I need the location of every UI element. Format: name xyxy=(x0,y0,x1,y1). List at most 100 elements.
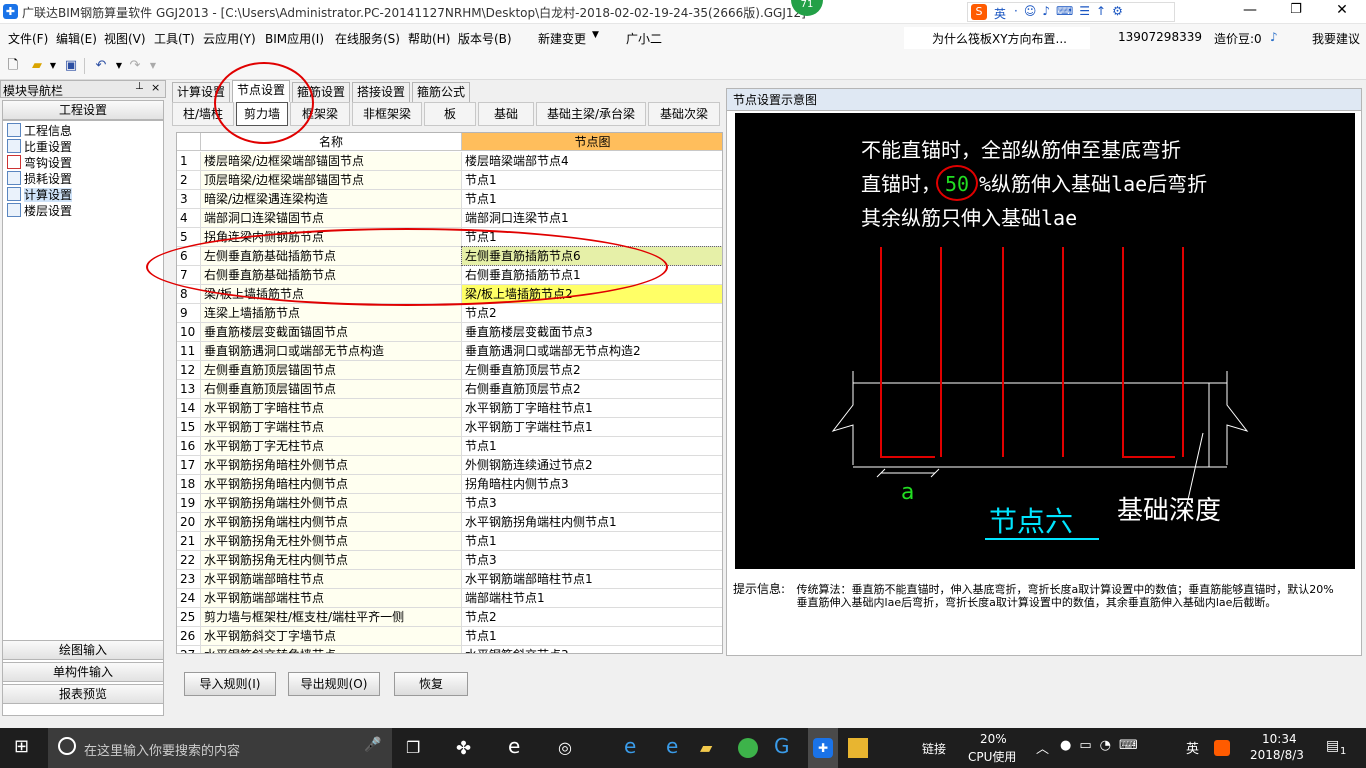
chevron-up-icon[interactable]: ︿ xyxy=(1036,738,1049,757)
group-single-input[interactable]: 单构件输入 xyxy=(2,662,164,682)
table-row[interactable]: 23 水平钢筋端部暗柱节点 水平钢筋端部暗柱节点1 xyxy=(177,570,722,589)
row-node-value[interactable]: 节点3 xyxy=(462,494,722,512)
ie-icon[interactable]: e xyxy=(666,734,678,758)
sogou-tray-icon[interactable] xyxy=(1214,740,1230,756)
glodon-app-icon[interactable]: ✚ xyxy=(808,728,838,768)
nav-item-density[interactable]: 比重设置 xyxy=(7,139,72,155)
pin-icon[interactable]: ⊥ xyxy=(135,81,144,92)
export-rules-button[interactable]: 导出规则(O) xyxy=(288,672,380,696)
subtab-foundation-secondary-beam[interactable]: 基础次梁 xyxy=(648,102,720,126)
new-file-icon[interactable]: 🗋 xyxy=(4,57,22,75)
subtab-foundation[interactable]: 基础 xyxy=(478,102,534,126)
row-node-value[interactable]: 节点1 xyxy=(462,532,722,550)
ime-icons[interactable]: ·☺♪⌨☰↑⚙ xyxy=(1014,4,1129,18)
nav-item-floor[interactable]: 楼层设置 xyxy=(7,203,72,219)
nav-item-calc[interactable]: 计算设置 xyxy=(7,187,73,203)
row-node-value[interactable]: 节点2 xyxy=(462,304,722,322)
row-node-value[interactable]: 水平钢筋端部暗柱节点1 xyxy=(462,570,722,588)
menu-help[interactable]: 帮助(H) xyxy=(408,30,450,47)
menu-bim[interactable]: BIM应用(I) xyxy=(265,30,324,47)
menu-edit[interactable]: 编辑(E) xyxy=(56,30,97,47)
edge-blue-icon[interactable]: e xyxy=(624,734,636,758)
row-node-value[interactable]: 端部端柱节点1 xyxy=(462,589,722,607)
row-node-value[interactable]: 节点1 xyxy=(462,171,722,189)
table-row[interactable]: 10 垂直筋楼层变截面锚固节点 垂直筋楼层变截面节点3 xyxy=(177,323,722,342)
clock-time[interactable]: 10:34 xyxy=(1262,732,1297,746)
row-node-value[interactable]: 垂直筋遇洞口或端部无节点构造2 xyxy=(462,342,722,360)
table-row[interactable]: 11 垂直钢筋遇洞口或端部无节点构造 垂直筋遇洞口或端部无节点构造2 xyxy=(177,342,722,361)
table-row[interactable]: 22 水平钢筋拐角无柱内侧节点 节点3 xyxy=(177,551,722,570)
microphone-icon[interactable]: 🎤 xyxy=(364,737,381,753)
subtab-slab[interactable]: 板 xyxy=(424,102,476,126)
taskbar-search[interactable]: 在这里输入你要搜索的内容 🎤 xyxy=(48,728,392,768)
nav-item-hook[interactable]: 弯钩设置 xyxy=(7,155,72,171)
redo-icon[interactable]: ↷ xyxy=(126,57,144,75)
app-icon-browser2[interactable]: ◎ xyxy=(558,738,572,757)
row-node-value[interactable]: 左侧垂直筋顶层节点2 xyxy=(462,361,722,379)
fan-app-icon[interactable]: ✤ xyxy=(456,738,471,759)
table-row[interactable]: 18 水平钢筋拐角暗柱内侧节点 拐角暗柱内侧节点3 xyxy=(177,475,722,494)
table-row[interactable]: 19 水平钢筋拐角端柱外侧节点 节点3 xyxy=(177,494,722,513)
menu-view[interactable]: 视图(V) xyxy=(104,30,146,47)
table-row[interactable]: 4 端部洞口连梁锚固节点 端部洞口连梁节点1 xyxy=(177,209,722,228)
minimize-button[interactable]: — xyxy=(1240,2,1260,18)
row-node-value[interactable]: 水平钢筋丁字端柱节点1 xyxy=(462,418,722,436)
table-row[interactable]: 3 暗梁/边框梁遇连梁构造 节点1 xyxy=(177,190,722,209)
ime-lang-tray[interactable]: 英 xyxy=(1186,738,1199,757)
close-icon[interactable]: × xyxy=(151,81,160,94)
cost-beans[interactable]: 造价豆:0 xyxy=(1214,30,1262,47)
folder-icon[interactable]: ▰ xyxy=(700,738,712,757)
menu-assistant[interactable]: 广小二 xyxy=(626,30,662,47)
row-node-value[interactable]: 拐角暗柱内侧节点3 xyxy=(462,475,722,493)
menu-file[interactable]: 文件(F) xyxy=(8,30,48,47)
table-row[interactable]: 21 水平钢筋拐角无柱外侧节点 节点1 xyxy=(177,532,722,551)
table-row[interactable]: 13 右侧垂直筋顶层锚固节点 右侧垂直筋顶层节点2 xyxy=(177,380,722,399)
table-row[interactable]: 17 水平钢筋拐角暗柱外侧节点 外侧钢筋连续通过节点2 xyxy=(177,456,722,475)
subtab-non-frame-beam[interactable]: 非框架梁 xyxy=(352,102,422,126)
sogou-icon[interactable]: S xyxy=(971,4,987,20)
subtab-foundation-main-beam[interactable]: 基础主梁/承台梁 xyxy=(536,102,646,126)
table-row[interactable]: 20 水平钢筋拐角端柱内侧节点 水平钢筋拐角端柱内侧节点1 xyxy=(177,513,722,532)
table-row[interactable]: 12 左侧垂直筋顶层锚固节点 左侧垂直筋顶层节点2 xyxy=(177,361,722,380)
row-node-value[interactable]: 节点1 xyxy=(462,627,722,645)
tab-stirrup-formula[interactable]: 箍筋公式 xyxy=(412,82,471,102)
row-node-value[interactable]: 端部洞口连梁节点1 xyxy=(462,209,722,227)
row-node-value[interactable]: 节点1 xyxy=(462,190,722,208)
edge-icon[interactable]: e xyxy=(508,734,520,758)
close-button[interactable]: ✕ xyxy=(1332,2,1352,18)
menu-tools[interactable]: 工具(T) xyxy=(154,30,195,47)
row-node-value[interactable]: 节点2 xyxy=(462,608,722,626)
nav-item-project-info[interactable]: 工程信息 xyxy=(7,123,72,139)
table-row[interactable]: 24 水平钢筋端部端柱节点 端部端柱节点1 xyxy=(177,589,722,608)
group-report-preview[interactable]: 报表预览 xyxy=(2,684,164,704)
browser-green-icon[interactable] xyxy=(738,738,758,758)
table-row[interactable]: 14 水平钢筋丁字暗柱节点 水平钢筋丁字暗柱节点1 xyxy=(177,399,722,418)
bell-icon[interactable]: ♪ xyxy=(1270,30,1278,44)
menu-cloud[interactable]: 云应用(Y) xyxy=(203,30,256,47)
row-node-value[interactable]: 节点1 xyxy=(462,437,722,455)
action-center-icon[interactable]: ▤ xyxy=(1326,738,1339,754)
undo-icon[interactable]: ↶ xyxy=(92,57,110,75)
menu-online[interactable]: 在线服务(S) xyxy=(335,30,400,47)
group-project-settings[interactable]: 工程设置 xyxy=(2,100,164,120)
tab-lap-settings[interactable]: 搭接设置 xyxy=(352,82,411,102)
row-node-value[interactable]: 节点3 xyxy=(462,551,722,569)
user-phone[interactable]: 13907298339 xyxy=(1118,30,1202,44)
taskbar-link[interactable]: 链接 xyxy=(922,740,946,757)
table-row[interactable]: 26 水平钢筋斜交丁字墙节点 节点1 xyxy=(177,627,722,646)
table-row[interactable]: 25 剪力墙与框架柱/框支柱/端柱平齐一侧 节点2 xyxy=(177,608,722,627)
row-node-value[interactable]: 水平钢筋丁字暗柱节点1 xyxy=(462,399,722,417)
restore-button[interactable]: ❐ xyxy=(1286,2,1306,17)
row-node-value[interactable]: 垂直筋楼层变截面节点3 xyxy=(462,323,722,341)
notes-app-icon[interactable] xyxy=(848,738,868,758)
menu-new-change[interactable]: 新建变更 xyxy=(538,30,586,47)
chevron-down-icon[interactable]: ▼ xyxy=(592,30,599,40)
table-row[interactable]: 9 连梁上墙插筋节点 节点2 xyxy=(177,304,722,323)
table-row[interactable]: 15 水平钢筋丁字端柱节点 水平钢筋丁字端柱节点1 xyxy=(177,418,722,437)
ime-toolbar[interactable]: S 英 ·☺♪⌨☰↑⚙ xyxy=(967,2,1175,22)
suggest-link[interactable]: 我要建议 xyxy=(1312,30,1360,47)
chevron-down-icon[interactable]: ▼ xyxy=(44,57,62,75)
row-node-value[interactable]: 水平钢筋拐角端柱内侧节点1 xyxy=(462,513,722,531)
browser-g-icon[interactable]: G xyxy=(774,734,790,758)
table-row[interactable]: 2 顶层暗梁/边框梁端部锚固节点 节点1 xyxy=(177,171,722,190)
